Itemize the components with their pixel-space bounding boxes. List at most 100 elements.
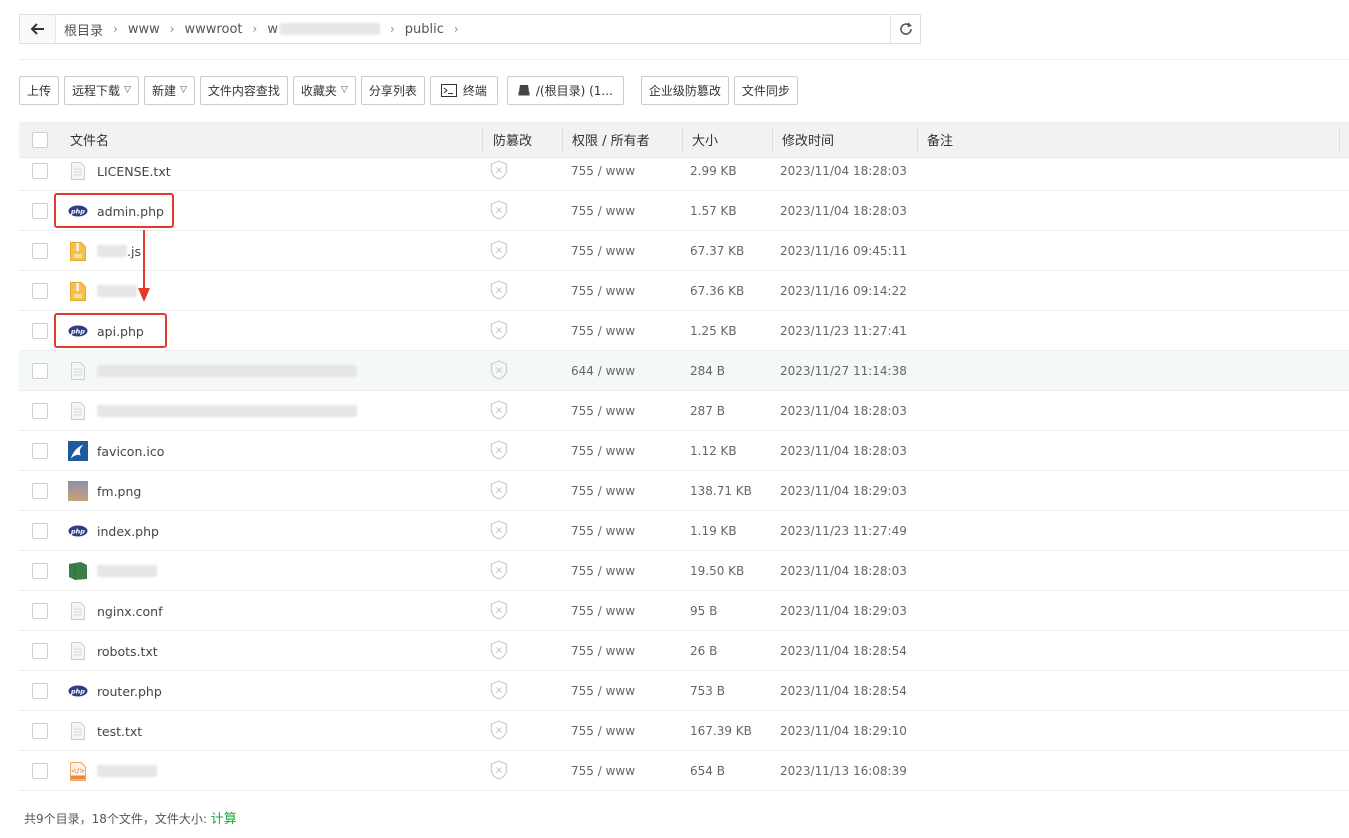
tamper-status-cell[interactable]	[490, 631, 508, 671]
new-button[interactable]: 新建 ▽	[143, 75, 195, 105]
row-checkbox[interactable]	[32, 203, 48, 219]
permission-cell[interactable]: 755 / www	[571, 671, 635, 711]
row-checkbox[interactable]	[32, 483, 48, 499]
file-name[interactable]: LICENSE.txt	[97, 164, 171, 179]
file-name[interactable]: nginx.conf	[97, 604, 162, 619]
file-name[interactable]: index.php	[97, 524, 159, 539]
share-list-button[interactable]: 分享列表	[360, 75, 425, 105]
breadcrumb-public[interactable]: public	[405, 22, 444, 37]
permission-cell[interactable]: 755 / www	[571, 431, 635, 471]
file-name-cell[interactable]: LICENSE.txt	[68, 151, 171, 191]
row-checkbox[interactable]	[32, 323, 48, 339]
permission-cell[interactable]: 755 / www	[571, 271, 635, 311]
tamper-status-cell[interactable]	[490, 231, 508, 271]
tamper-status-cell[interactable]	[490, 511, 508, 551]
file-name-cell[interactable]: </>	[68, 751, 157, 791]
file-name[interactable]: favicon.ico	[97, 444, 164, 459]
tamper-status-cell[interactable]	[490, 551, 508, 591]
table-row[interactable]: .js 755 / www 67.37 KB 2023/11/16 09:45:…	[19, 231, 1349, 271]
table-row[interactable]: nginx.conf 755 / www 95 B 2023/11/04 18:…	[19, 591, 1349, 631]
refresh-button[interactable]	[890, 15, 920, 43]
file-name-cell[interactable]: php router.php	[68, 671, 162, 711]
terminal-button[interactable]: 终端	[429, 75, 498, 105]
row-checkbox[interactable]	[32, 603, 48, 619]
file-name[interactable]: robots.txt	[97, 644, 158, 659]
tamper-status-cell[interactable]	[490, 431, 508, 471]
tamper-status-cell[interactable]	[490, 751, 508, 791]
table-row[interactable]: test.txt 755 / www 167.39 KB 2023/11/04 …	[19, 711, 1349, 751]
table-row[interactable]: fm.png 755 / www 138.71 KB 2023/11/04 18…	[19, 471, 1349, 511]
file-name-cell[interactable]: test.txt	[68, 711, 142, 751]
permission-cell[interactable]: 755 / www	[571, 231, 635, 271]
permission-cell[interactable]: 755 / www	[571, 391, 635, 431]
permission-cell[interactable]: 755 / www	[571, 311, 635, 351]
file-name-cell[interactable]: favicon.ico	[68, 431, 164, 471]
tamper-status-cell[interactable]	[490, 391, 508, 431]
file-name[interactable]: test.txt	[97, 724, 142, 739]
disk-button[interactable]: /(根目录) (1...	[506, 75, 624, 105]
table-row[interactable]: 755 / www 67.36 KB 2023/11/16 09:14:22	[19, 271, 1349, 311]
file-name[interactable]: router.php	[97, 684, 162, 699]
back-button[interactable]	[20, 15, 56, 43]
row-checkbox[interactable]	[32, 363, 48, 379]
favorites-button[interactable]: 收藏夹 ▽	[292, 75, 356, 105]
tamper-status-cell[interactable]	[490, 351, 508, 391]
tamper-status-cell[interactable]	[490, 711, 508, 751]
file-name-cell[interactable]	[68, 271, 137, 311]
table-row[interactable]: 644 / www 284 B 2023/11/27 11:14:38	[19, 351, 1349, 391]
tamper-status-cell[interactable]	[490, 471, 508, 511]
permission-cell[interactable]: 755 / www	[571, 751, 635, 791]
table-row[interactable]: 755 / www 287 B 2023/11/04 18:28:03	[19, 391, 1349, 431]
table-row[interactable]: php index.php 755 / www 1.19 KB 2023/11/2…	[19, 511, 1349, 551]
tamper-proof-button[interactable]: 企业级防篡改	[640, 75, 729, 105]
file-name-cell[interactable]: .js	[68, 231, 141, 271]
file-name-cell[interactable]: nginx.conf	[68, 591, 162, 631]
file-sync-button[interactable]: 文件同步	[733, 75, 798, 105]
permission-cell[interactable]: 755 / www	[571, 511, 635, 551]
file-name-cell[interactable]: fm.png	[68, 471, 141, 511]
tamper-status-cell[interactable]	[490, 671, 508, 711]
permission-cell[interactable]: 755 / www	[571, 551, 635, 591]
permission-cell[interactable]: 644 / www	[571, 351, 635, 391]
breadcrumb-wwwroot[interactable]: wwwroot	[185, 22, 243, 37]
table-row[interactable]: favicon.ico 755 / www 1.12 KB 2023/11/04…	[19, 431, 1349, 471]
breadcrumb-root[interactable]: 根目录	[64, 20, 103, 39]
file-name-cell[interactable]	[68, 551, 157, 591]
tamper-status-cell[interactable]	[490, 311, 508, 351]
row-checkbox[interactable]	[32, 243, 48, 259]
permission-cell[interactable]: 755 / www	[571, 191, 635, 231]
row-checkbox[interactable]	[32, 563, 48, 579]
table-row[interactable]: php admin.php 755 / www 1.57 KB 2023/11/0…	[19, 191, 1349, 231]
permission-cell[interactable]: 755 / www	[571, 151, 635, 191]
row-checkbox[interactable]	[32, 523, 48, 539]
breadcrumb-site[interactable]: w	[267, 22, 380, 37]
calculate-link[interactable]: 计算	[211, 812, 237, 827]
file-name-cell[interactable]	[68, 391, 357, 431]
file-name[interactable]: fm.png	[97, 484, 141, 499]
tamper-status-cell[interactable]	[490, 271, 508, 311]
upload-button[interactable]: 上传	[19, 75, 60, 105]
select-all-checkbox[interactable]	[32, 131, 48, 148]
permission-cell[interactable]: 755 / www	[571, 591, 635, 631]
file-name-cell[interactable]: robots.txt	[68, 631, 158, 671]
table-row[interactable]: LICENSE.txt 755 / www 2.99 KB 2023/11/04…	[19, 151, 1349, 191]
content-search-button[interactable]: 文件内容查找	[199, 75, 288, 105]
row-checkbox[interactable]	[32, 443, 48, 459]
permission-cell[interactable]: 755 / www	[571, 631, 635, 671]
row-checkbox[interactable]	[32, 643, 48, 659]
tamper-status-cell[interactable]	[490, 191, 508, 231]
row-checkbox[interactable]	[32, 403, 48, 419]
table-row[interactable]: php router.php 755 / www 753 B 2023/11/04…	[19, 671, 1349, 711]
row-checkbox[interactable]	[32, 163, 48, 179]
permission-cell[interactable]: 755 / www	[571, 711, 635, 751]
row-checkbox[interactable]	[32, 723, 48, 739]
row-checkbox[interactable]	[32, 683, 48, 699]
row-checkbox[interactable]	[32, 763, 48, 779]
tamper-status-cell[interactable]	[490, 591, 508, 631]
tamper-status-cell[interactable]	[490, 151, 508, 191]
file-name-cell[interactable]: php index.php	[68, 511, 159, 551]
row-checkbox[interactable]	[32, 283, 48, 299]
breadcrumb-www[interactable]: www	[128, 22, 160, 37]
file-name-cell[interactable]	[68, 351, 357, 391]
remote-download-button[interactable]: 远程下载 ▽	[64, 75, 139, 105]
